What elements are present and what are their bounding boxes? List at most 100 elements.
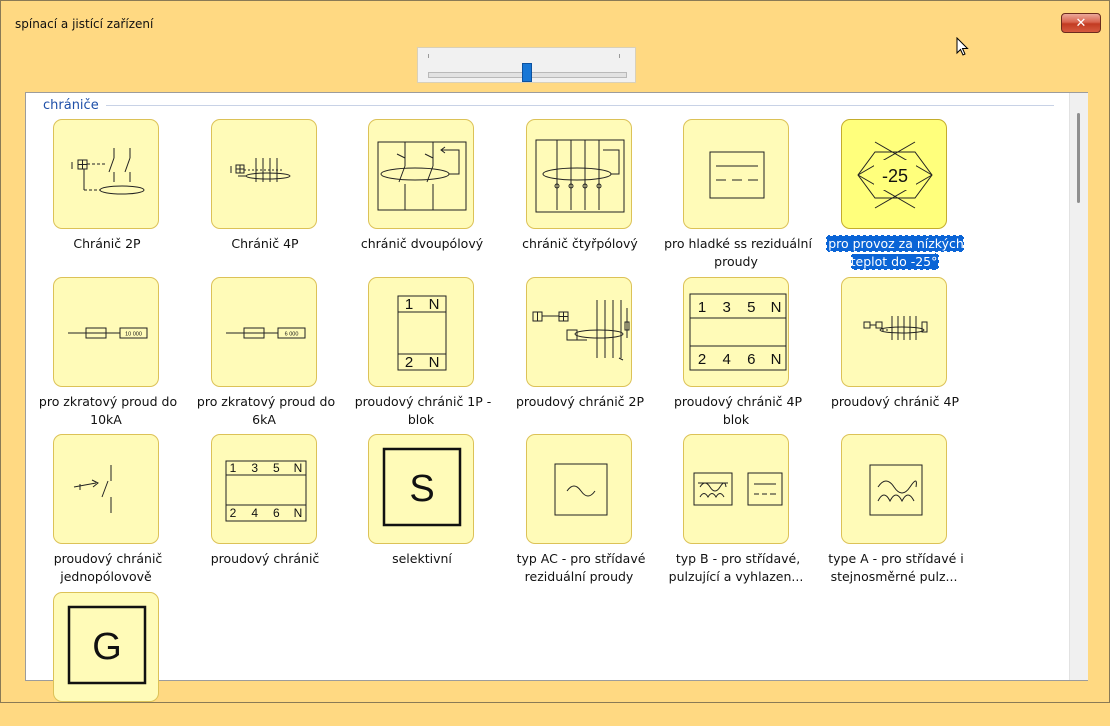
symbol-label-text: chránič čtyřpólový [522, 236, 638, 251]
symbol-label-text: proudový chránič 1P - blok [354, 393, 492, 427]
symbol-label-text: proudový chránič jednopólovově [53, 551, 163, 584]
symbol-label [32, 708, 182, 726]
symbol-label-text: Chránič 2P [73, 236, 141, 251]
rcd-single-pole-icon [73, 465, 112, 513]
short-circuit-6ka-icon: 6 000 [226, 327, 306, 338]
symbol-tile[interactable] [526, 434, 632, 544]
symbol-label: pro zkratový proud do 10kA [32, 393, 182, 429]
svg-text:-25: -25 [882, 166, 908, 186]
symbol-label: proudový chránič 1P - blok [347, 393, 497, 429]
close-icon: ✕ [1075, 15, 1087, 31]
svg-text:N: N [771, 299, 782, 316]
svg-text:1: 1 [230, 461, 237, 475]
symbol-tile[interactable]: S [368, 434, 474, 544]
symbol-label-text: Chránič 4P [231, 236, 299, 251]
symbol-label: Chránič 4P [190, 235, 340, 253]
scrollbar-thumb[interactable] [1077, 113, 1080, 203]
symbol-label-text: pro zkratový proud do 10kA [38, 393, 178, 427]
symbol-tile[interactable] [53, 434, 159, 544]
symbol-label: pro zkratový proud do 6kA [190, 393, 340, 429]
symbol-tile[interactable]: -25 [841, 119, 947, 229]
symbol-label-text: proudový chránič [210, 551, 320, 566]
symbol-tile[interactable] [526, 276, 632, 387]
symbol-label: proudový chránič 4P [820, 393, 970, 411]
svg-text:G: G [92, 626, 122, 668]
selective-s-icon: S [382, 447, 462, 527]
rcd-4p-small-icon [863, 315, 928, 340]
symbol-tile[interactable] [841, 434, 947, 544]
symbol-label: proudový chránič 2P [505, 393, 655, 411]
symbol-label-text: proudový chránič 4P [830, 393, 960, 409]
short-circuit-10ka-icon: 10 000 [68, 327, 148, 338]
slider-thumb[interactable] [521, 63, 532, 82]
type-a-icon [869, 464, 923, 516]
symbol-label: pro hladké ss reziduální proudy [662, 235, 812, 271]
svg-text:3: 3 [251, 461, 258, 475]
symbol-tile[interactable] [526, 119, 632, 229]
svg-text:1: 1 [405, 296, 413, 313]
symbol-tile[interactable]: 10 000 [53, 276, 159, 387]
symbol-label-text: pro zkratový proud do 6kA [196, 393, 336, 427]
group-divider [106, 105, 1054, 106]
symbol-label: pro provoz za nízkých teplot do -25° [820, 235, 970, 271]
type-b-icon [693, 472, 783, 506]
symbol-label: proudový chránič jednopólovově [32, 550, 182, 586]
svg-text:N: N [294, 506, 303, 520]
smooth-dc-icon [709, 151, 765, 199]
svg-text:5: 5 [747, 299, 755, 316]
symbol-label-text: type A - pro střídavé i stejnosměrné pul… [828, 551, 964, 584]
symbol-label-text: proudový chránič 2P [515, 393, 645, 409]
symbol-tile[interactable]: G [53, 591, 159, 702]
close-button[interactable]: ✕ [1061, 13, 1101, 33]
low-temperature-icon: -25 [857, 141, 933, 209]
title-bar[interactable]: spínací a jistící zařízení ✕ [1, 1, 1109, 41]
symbol-tile[interactable] [211, 119, 317, 229]
zoom-slider[interactable] [417, 47, 636, 83]
mouse-cursor-icon [956, 37, 969, 56]
dialog-window: spínací a jistící zařízení ✕ chrániče Ch… [0, 0, 1110, 703]
group-header: chrániče [43, 98, 99, 113]
symbol-label: typ AC - pro střídavé reziduální proudy [505, 550, 655, 586]
symbol-label: proudový chránič [190, 550, 340, 568]
svg-text:N: N [429, 354, 440, 371]
rcd-two-pole-icon [377, 141, 467, 211]
symbol-label: chránič čtyřpólový [505, 235, 655, 253]
symbol-tile[interactable]: 135N246N [683, 276, 789, 387]
symbol-label: proudový chránič 4P blok [662, 393, 812, 429]
slider-tick [619, 54, 620, 58]
svg-text:2: 2 [230, 506, 237, 520]
vertical-scrollbar[interactable] [1069, 93, 1088, 680]
svg-text:S: S [409, 468, 434, 510]
symbol-tile[interactable] [368, 119, 474, 229]
rcd-4p-block-icon: 1 3 5 N2 4 6 N [689, 293, 787, 370]
type-ac-icon [554, 463, 608, 516]
svg-text:N: N [771, 351, 782, 368]
svg-text:2: 2 [405, 354, 413, 371]
symbol-tile[interactable] [683, 434, 789, 544]
svg-text:N: N [429, 296, 440, 313]
symbol-tile[interactable]: 135N246N [211, 434, 317, 544]
svg-text:6: 6 [747, 351, 755, 368]
window-title: spínací a jistící zařízení [15, 17, 154, 31]
symbol-label: type A - pro střídavé i stejnosměrné pul… [820, 550, 970, 586]
symbol-label-text: chránič dvoupólový [360, 236, 484, 251]
symbol-tile[interactable]: 6 000 [211, 276, 317, 387]
symbol-label: selektivní [347, 550, 497, 568]
symbol-tile[interactable] [53, 119, 159, 229]
rcd-four-pole-icon [535, 139, 625, 213]
slider-tick [428, 54, 429, 58]
symbol-label-text: typ AC - pro střídavé reziduální proudy [516, 551, 646, 584]
symbol-label: typ B - pro střídavé, pulzující a vyhlaz… [662, 550, 812, 586]
symbol-label-text: pro provoz za nízkých teplot do -25° [826, 235, 964, 270]
svg-text:3: 3 [722, 299, 730, 316]
symbol-tile[interactable]: 1N2N [368, 276, 474, 387]
symbol-tile[interactable] [841, 276, 947, 387]
svg-text:1: 1 [698, 299, 706, 316]
symbol-label: chránič dvoupólový [347, 235, 497, 253]
rcd-2p-symbol-icon [71, 148, 145, 195]
svg-text:4: 4 [722, 351, 730, 368]
rcd-2p-detail-icon [532, 299, 630, 360]
symbol-label-text: selektivní [392, 551, 452, 566]
svg-text:6 000: 6 000 [285, 331, 299, 337]
symbol-tile[interactable] [683, 119, 789, 229]
